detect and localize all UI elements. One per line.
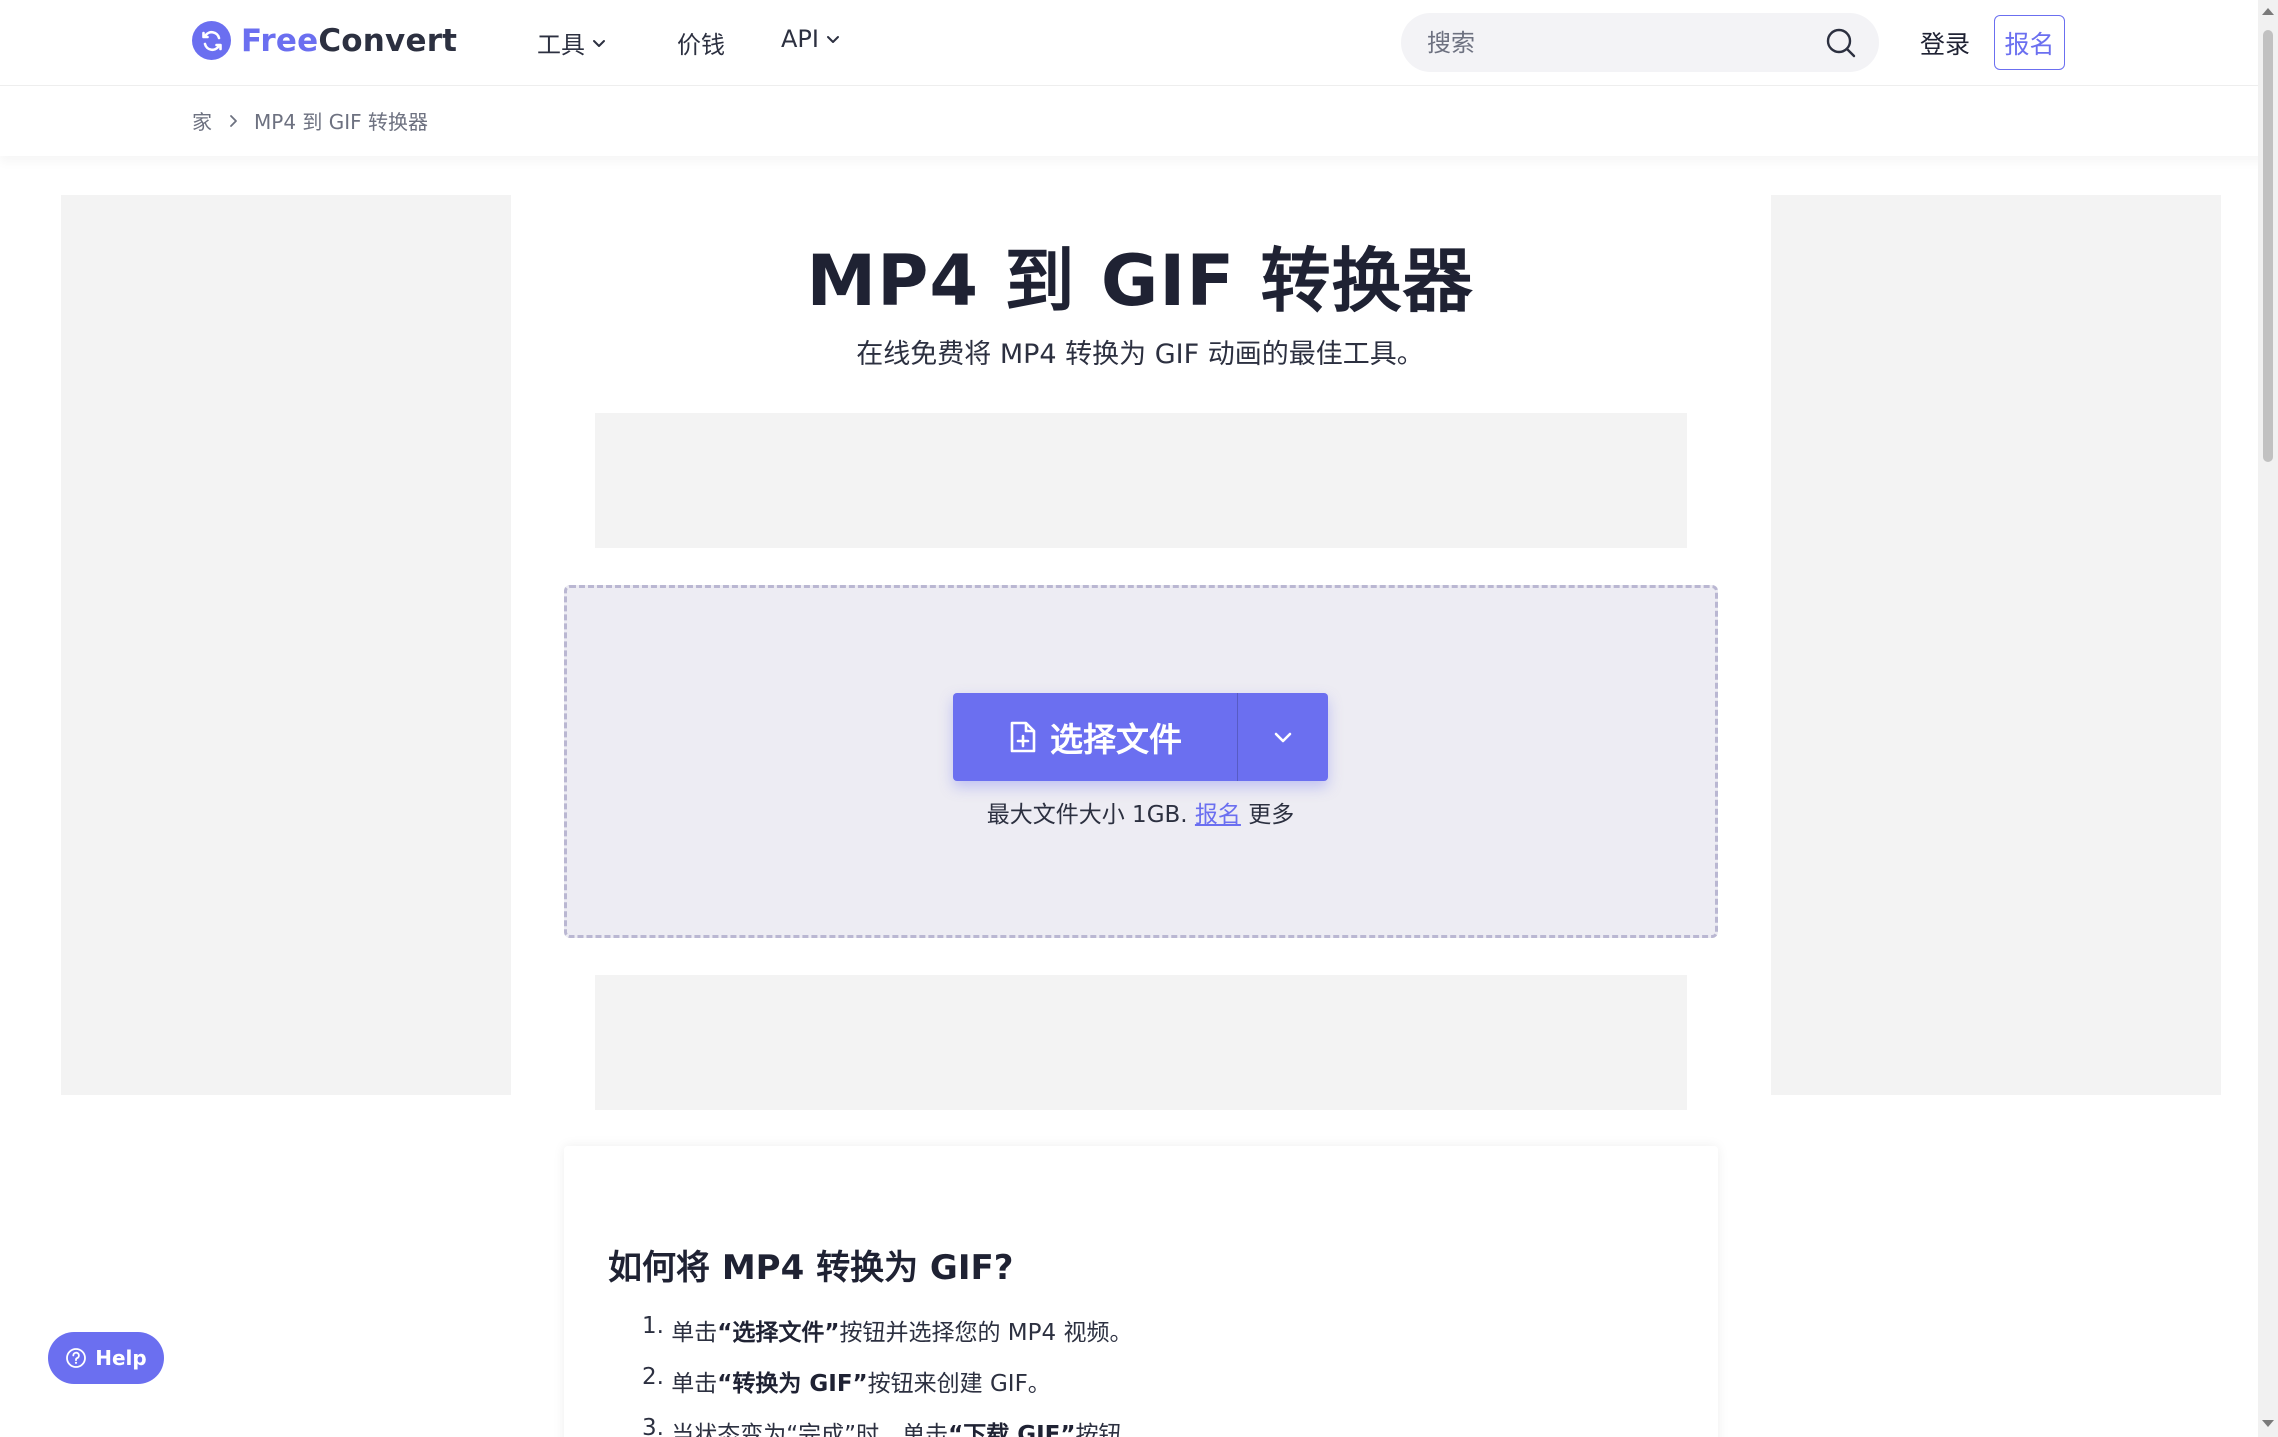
top-header: FreeConvert 工具 价钱 API 登录 报名 xyxy=(0,0,2278,86)
limit-signup-link[interactable]: 报名 xyxy=(1195,802,1241,828)
choose-files-label: 选择文件 xyxy=(1050,720,1182,759)
nav-api-menu[interactable]: API xyxy=(781,25,841,53)
chevron-down-icon xyxy=(593,39,605,47)
choose-files-button-group: 选择文件 xyxy=(953,693,1328,781)
breadcrumb-current: MP4 到 GIF 转换器 xyxy=(254,110,429,134)
howto-card: 如何将 MP4 转换为 GIF? 1. 单击 “选择文件” 按钮并选择您的 MP4 … xyxy=(564,1146,1718,1437)
nav-pricing-label: 价钱 xyxy=(677,31,725,59)
limit-more-text: 更多 xyxy=(1248,802,1295,828)
chevron-down-icon xyxy=(1274,732,1292,743)
breadcrumb-bar: 家 MP4 到 GIF 转换器 xyxy=(0,86,2278,156)
page-scrollbar[interactable] xyxy=(2258,0,2278,1437)
help-button[interactable]: Help xyxy=(48,1332,164,1384)
page-title: MP4 到 GIF 转换器 xyxy=(806,240,1474,322)
breadcrumb-home-link[interactable]: 家 xyxy=(192,106,212,135)
login-link[interactable]: 登录 xyxy=(1920,25,1970,61)
search-box xyxy=(1401,13,1879,72)
search-input[interactable] xyxy=(1427,28,1825,57)
ad-placeholder-right xyxy=(1771,195,2221,1095)
upload-source-dropdown[interactable] xyxy=(1238,693,1328,781)
list-item: 2. 单击 “转换为 GIF” 按钮来创建 GIF。 xyxy=(642,1364,1051,1397)
howto-title: 如何将 MP4 转换为 GIF? xyxy=(608,1248,1014,1288)
file-add-icon xyxy=(1010,721,1036,753)
limit-text: 最大文件大小 1GB. xyxy=(986,802,1188,828)
ad-placeholder-top xyxy=(595,413,1687,548)
nav-api-label: API xyxy=(781,25,819,53)
search-icon[interactable] xyxy=(1825,27,1857,59)
howto-steps: 1. 单击 “选择文件” 按钮并选择您的 MP4 视频。 2. 单击 “转换为 GIF… xyxy=(642,1313,1132,1437)
choose-files-button[interactable]: 选择文件 xyxy=(953,693,1238,781)
freeconvert-logo[interactable]: FreeConvert xyxy=(192,21,457,60)
logo-text: FreeConvert xyxy=(241,22,458,59)
signup-button[interactable]: 报名 xyxy=(1994,15,2065,70)
scroll-down-arrow[interactable] xyxy=(2262,1420,2274,1427)
page-subtitle: 在线免费将 MP4 转换为 GIF 动画的最佳工具。 xyxy=(856,339,1424,370)
nav-tools-menu[interactable]: 工具 xyxy=(537,25,607,60)
list-item: 3. 当状态变为“完成”时，单击 “下载 GIF” 按钮 xyxy=(642,1415,1122,1437)
ad-placeholder-bottom xyxy=(595,975,1687,1110)
file-size-limit-note: 最大文件大小 1GB. 报名 更多 xyxy=(953,795,1328,829)
scroll-up-arrow[interactable] xyxy=(2262,8,2274,15)
chevron-right-icon xyxy=(230,114,237,127)
nav-pricing-link[interactable]: 价钱 xyxy=(677,25,725,60)
help-label: Help xyxy=(95,1346,147,1370)
scrollbar-thumb[interactable] xyxy=(2263,30,2273,462)
chevron-down-icon xyxy=(826,36,839,43)
list-item: 1. 单击 “选择文件” 按钮并选择您的 MP4 视频。 xyxy=(642,1313,1133,1346)
logo-sync-icon xyxy=(192,21,231,60)
nav-tools-label: 工具 xyxy=(537,31,585,59)
question-circle-icon xyxy=(66,1348,87,1368)
breadcrumb: 家 MP4 到 GIF 转换器 xyxy=(192,106,428,135)
ad-placeholder-left xyxy=(61,195,511,1095)
